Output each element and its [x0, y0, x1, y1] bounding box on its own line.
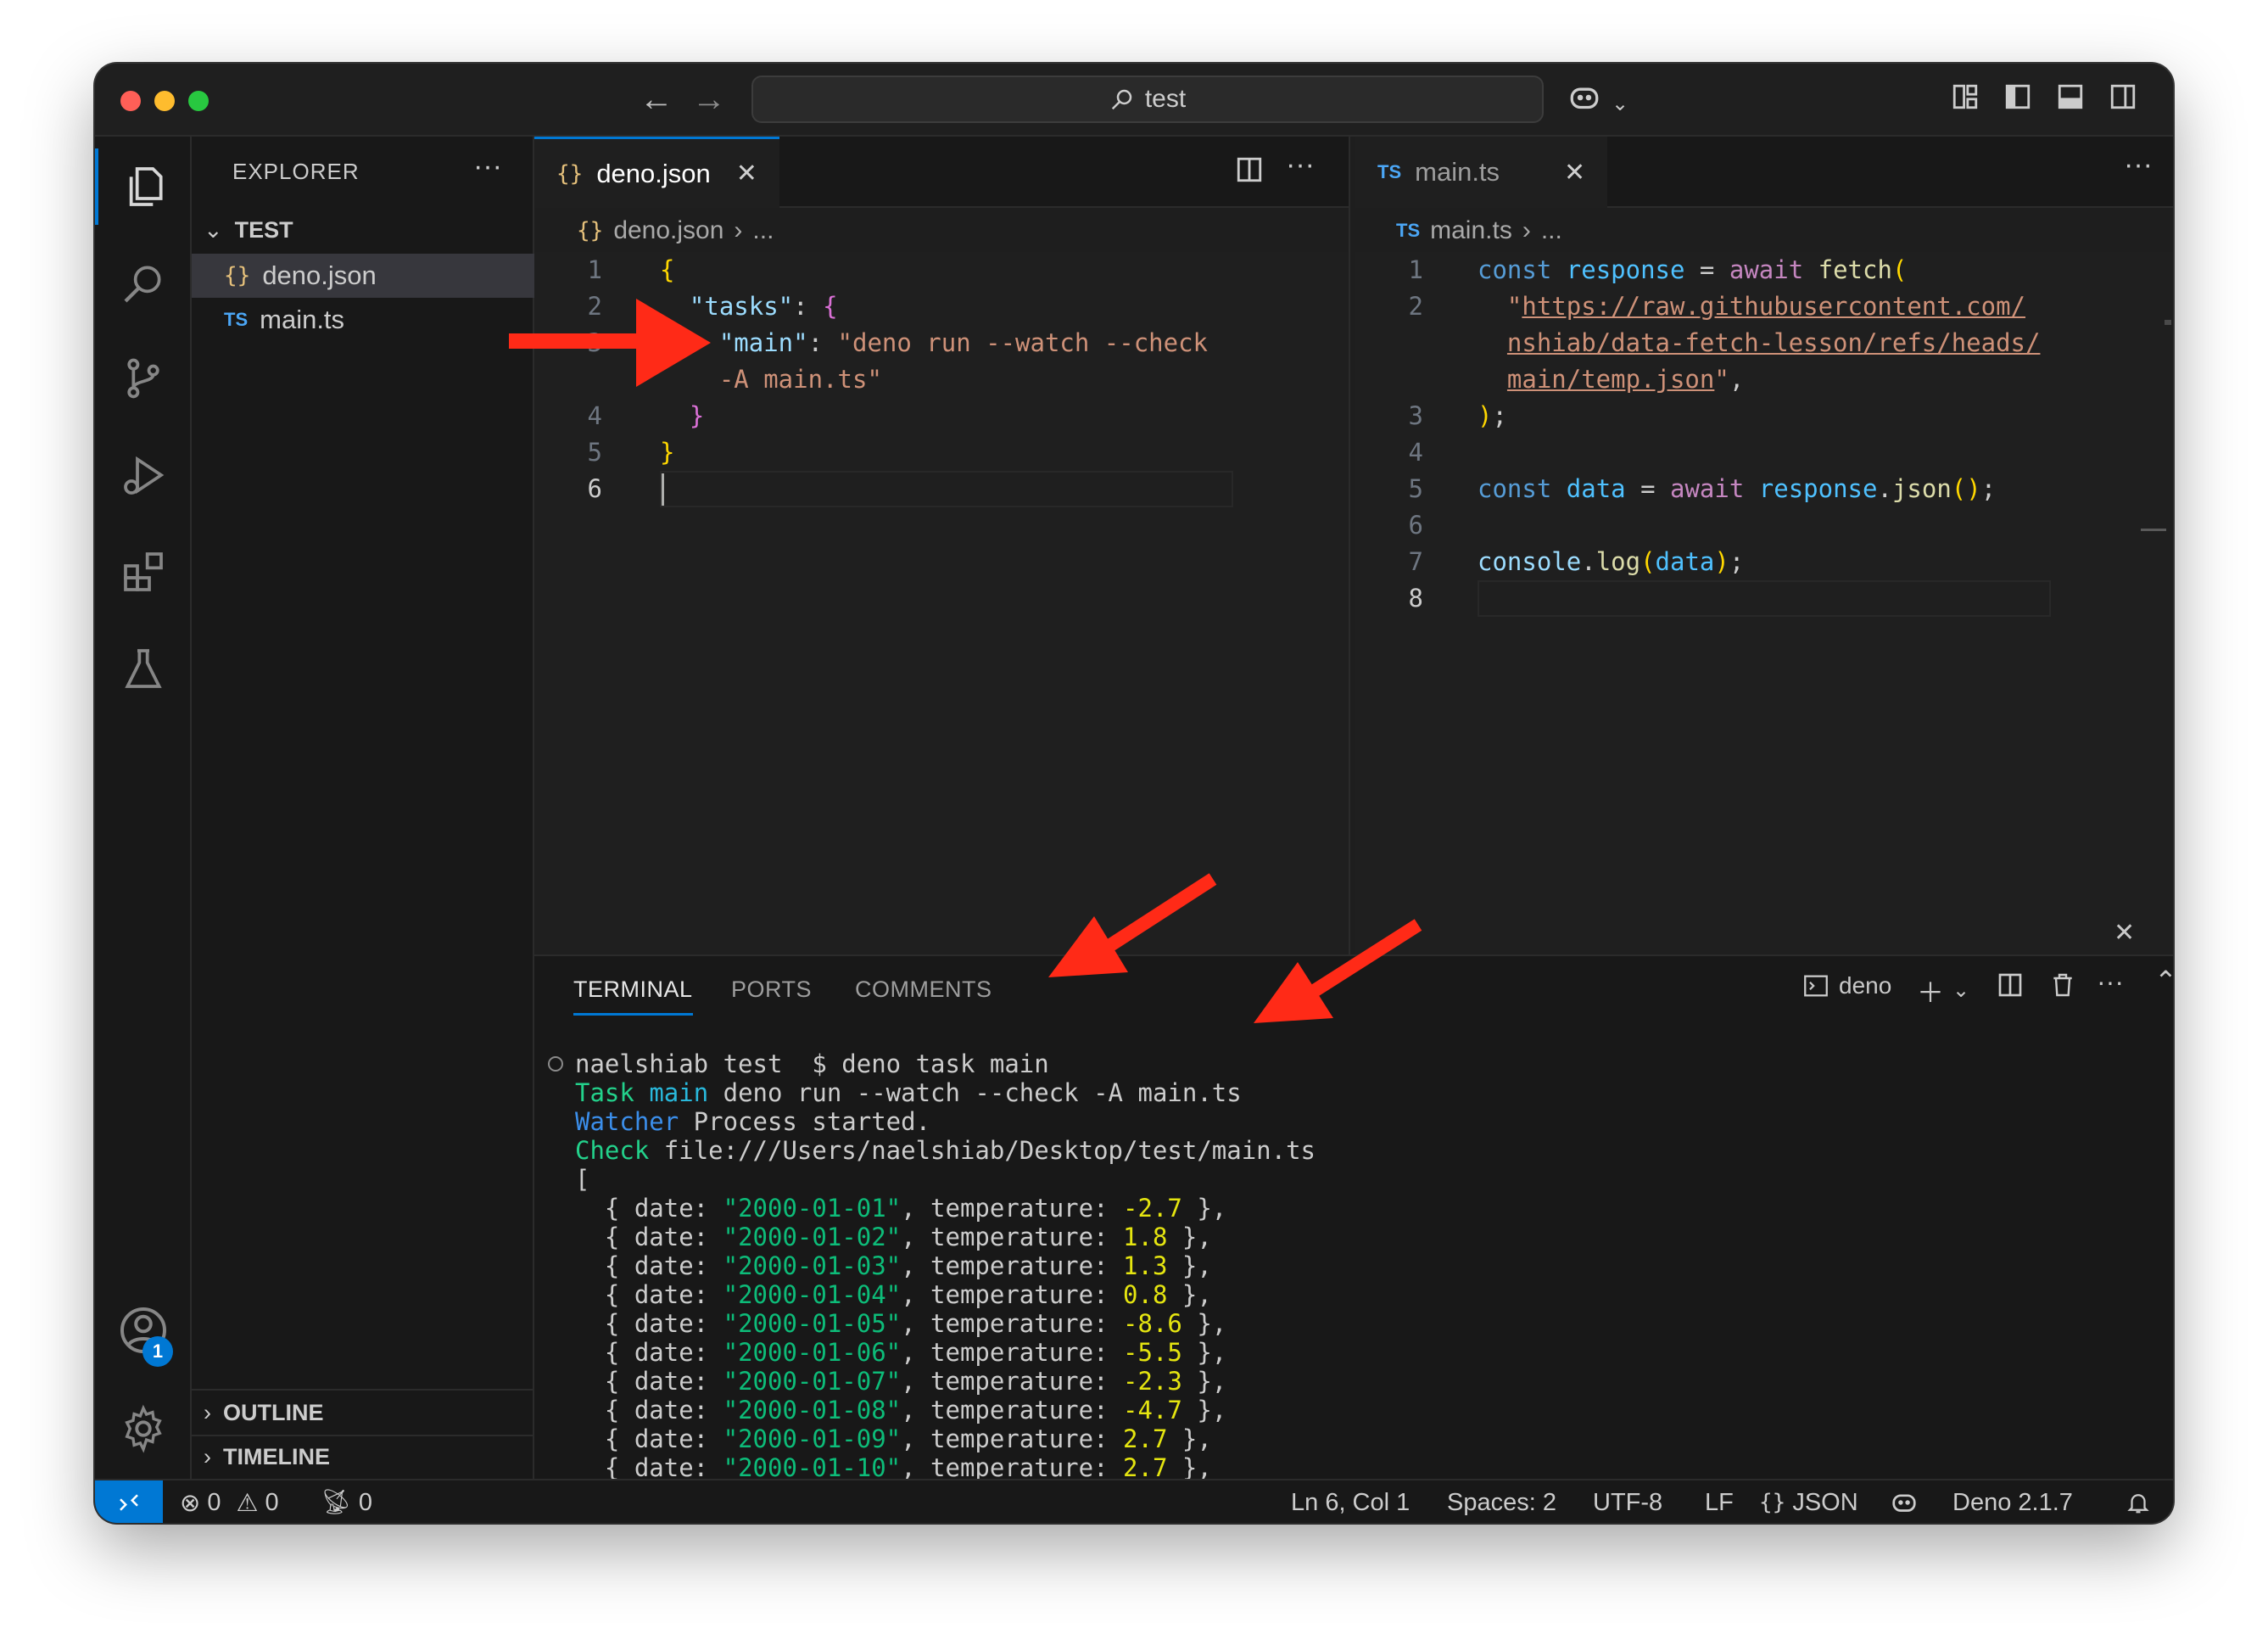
annotation-arrow-terminal-1 [1048, 873, 1217, 977]
annotation-arrow-terminal-2 [1254, 919, 1422, 1023]
annotation-arrows [509, 299, 1422, 1023]
annotation-arrow-main-task [509, 299, 711, 387]
